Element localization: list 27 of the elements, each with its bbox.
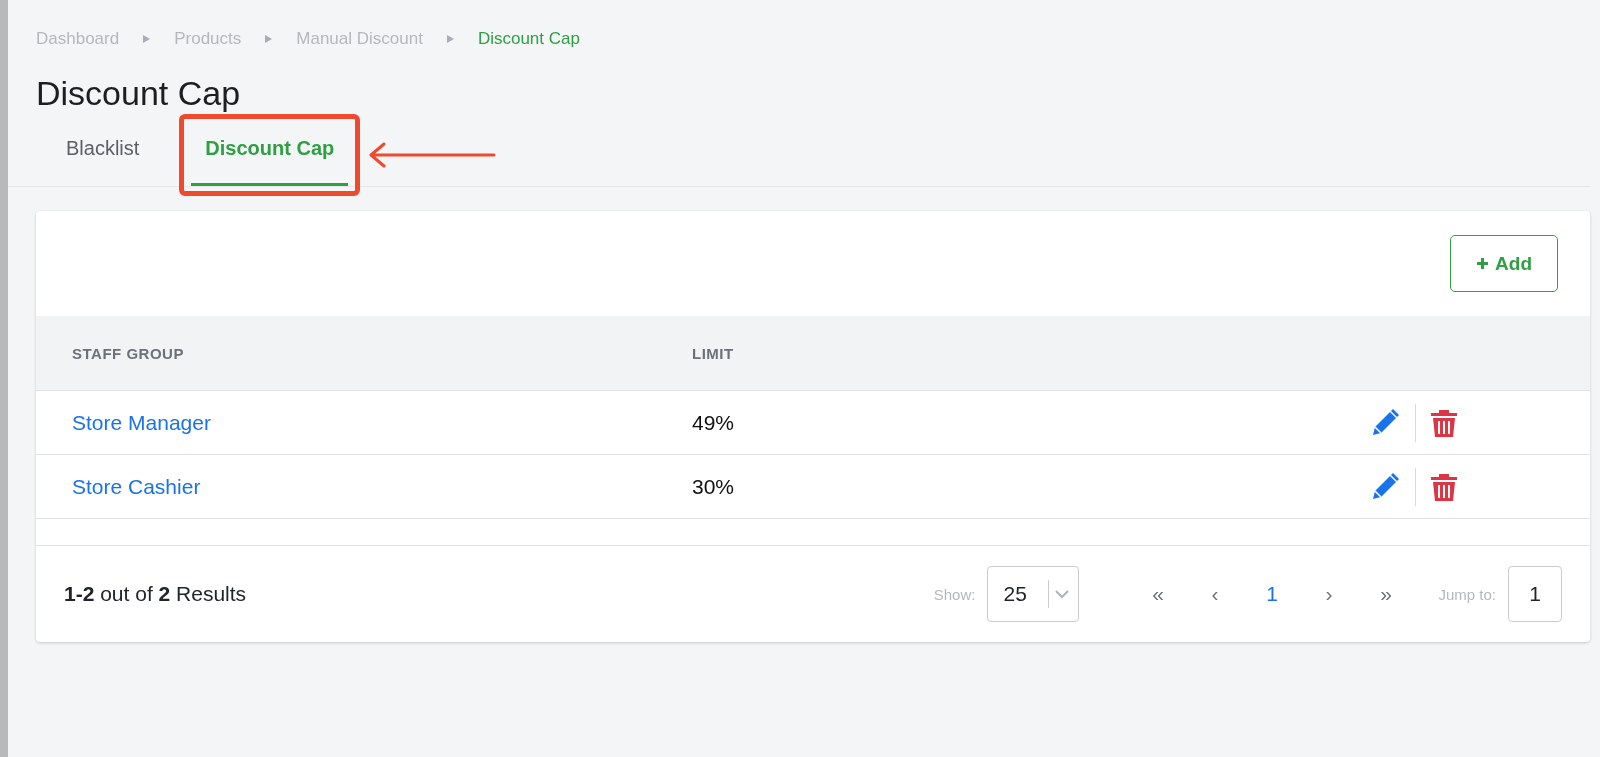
breadcrumb-link[interactable]: Discount Cap xyxy=(477,29,580,49)
jump-label: Jump to: xyxy=(1438,585,1496,603)
table-cell-text: 49% xyxy=(692,410,736,435)
separator-icon xyxy=(143,35,151,43)
chevron-down-icon xyxy=(1054,589,1071,599)
page-title: Discount Cap xyxy=(36,74,242,113)
add-button[interactable]: Add xyxy=(1450,235,1558,292)
column-header: STAFF GROUP xyxy=(72,344,185,362)
pagination-button[interactable]: › xyxy=(1302,581,1356,607)
column-header: LIMIT xyxy=(692,344,735,362)
plus-icon xyxy=(1476,257,1490,270)
pagination-button[interactable]: « xyxy=(1131,581,1185,607)
page-size-value: 25 xyxy=(1003,582,1028,606)
staff-group-link[interactable]: Store Manager xyxy=(72,410,692,435)
results-summary: 1-2 out of 2 Results xyxy=(64,582,247,606)
page-size-select[interactable]: 25 xyxy=(987,566,1080,622)
separator-icon xyxy=(265,35,273,43)
show-label: Show: xyxy=(933,585,976,603)
pagination-button[interactable]: 1 xyxy=(1245,581,1299,607)
jump-to-field[interactable]: 1 xyxy=(1508,566,1562,622)
table-cell-text: 30% xyxy=(692,474,736,499)
pagination-button[interactable]: ‹ xyxy=(1188,581,1242,607)
tab[interactable]: Discount Cap xyxy=(191,127,349,186)
separator-icon xyxy=(446,35,454,43)
pagination-button[interactable]: » xyxy=(1359,581,1413,607)
tab[interactable]: Blacklist xyxy=(52,127,154,186)
staff-group-link[interactable]: Store Cashier xyxy=(72,474,692,499)
